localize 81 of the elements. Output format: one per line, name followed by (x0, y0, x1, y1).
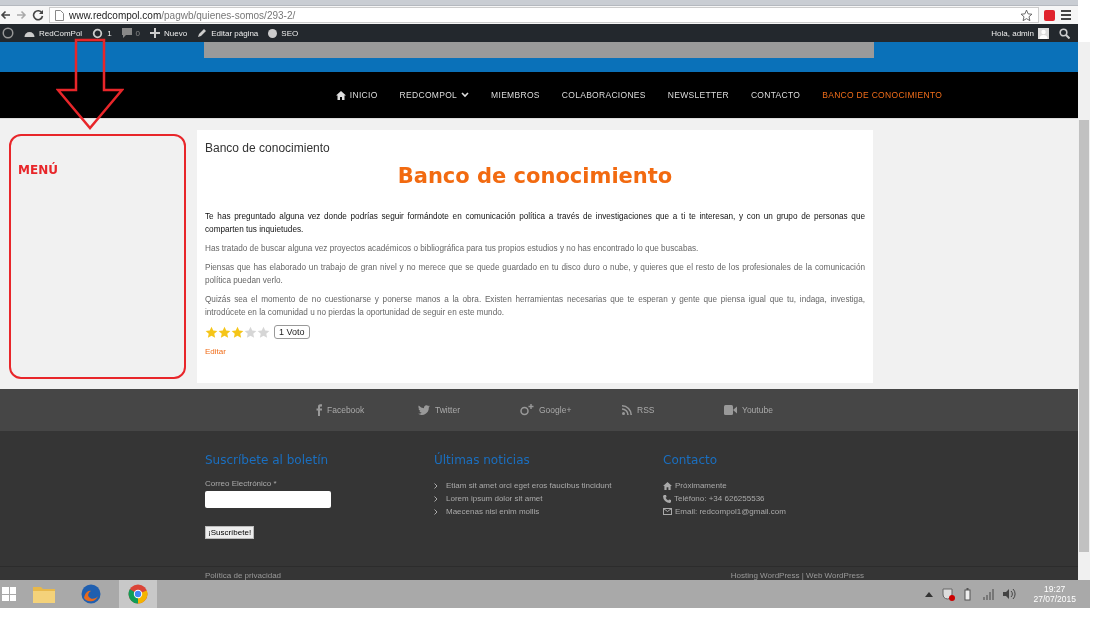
extension-icon[interactable] (1044, 9, 1055, 21)
pencil-icon (197, 28, 208, 38)
video-camera-icon (724, 405, 737, 415)
paragraph: Has tratado de buscar alguna vez proyectos académicos o bibliográfica para tus propios estudios y no has encontrado lo que buscabas. (205, 243, 700, 255)
footer-heading: Suscríbete al boletín (205, 453, 330, 467)
admin-bar-item[interactable]: Editar página (197, 28, 259, 38)
news-link[interactable]: Etiam sit amet orci eget eros faucibus tincidunt (446, 481, 612, 490)
start-icon[interactable] (2, 587, 16, 601)
scrollbar[interactable] (1078, 42, 1090, 580)
email-field[interactable] (205, 491, 331, 508)
social-link[interactable]: Facebook (316, 404, 418, 416)
folder-icon[interactable] (33, 585, 55, 603)
chrome-icon (128, 584, 148, 604)
contact-info: Email: redcompol1@gmail.com (675, 507, 786, 516)
article-heading: Banco de conocimiento (396, 164, 674, 188)
field-label: Correo Electrónico * (205, 479, 278, 488)
page-icon (55, 9, 64, 21)
social-link[interactable]: Twitter (418, 405, 520, 415)
star-rating-icon[interactable] (231, 325, 244, 339)
annotation-label: MENÚ (18, 163, 58, 177)
search-icon[interactable] (1059, 27, 1070, 39)
avatar-icon (1038, 27, 1049, 39)
paragraph: Piensas que has elaborado un trabajo de gran nivel y no merece que se quede guardado en tu disco duro o nube, y quieres que el resto de los profesionales de la comunicación política puedan verlo. (205, 262, 865, 287)
account-menu[interactable]: Hola, admin (991, 27, 1049, 39)
nav-link[interactable]: MIEMBROS (491, 90, 540, 100)
admin-bar-item[interactable]: 0 (121, 28, 141, 38)
refresh-icon (92, 27, 104, 39)
vote-count: 1 Voto (274, 325, 310, 339)
social-link[interactable]: Youtube (724, 405, 826, 415)
caret-icon (461, 92, 470, 98)
shield-icon[interactable] (942, 587, 956, 601)
paragraph: Quizás sea el momento de no cuestionarse y ponerse manos a la obra. Existen herramientas necesarias que te esperan y gente que piensa igual que tu, indaga, investiga, introdúcete en la comunidad u no pierdas la oportunidad de seguir en este mundo. (205, 294, 865, 319)
paragraph: Te has preguntado alguna vez donde podrías seguir formándote en comunicación política a través de investigaciones que a ti te interesan, y con un grupo de personas que comparten tus inquietudes. (205, 211, 865, 236)
subscribe-button[interactable]: ¡Suscríbete! (205, 526, 255, 539)
admin-bar-item[interactable]: Nuevo (150, 28, 188, 38)
rss-icon (622, 405, 632, 415)
home-icon (663, 481, 672, 490)
admin-bar-item[interactable]: 1 (92, 27, 112, 39)
circle-icon (268, 28, 278, 38)
firefox-icon[interactable] (81, 584, 101, 604)
forward-icon[interactable] (16, 10, 27, 20)
social-link[interactable]: RSS (622, 405, 724, 415)
facebook-icon (316, 404, 322, 416)
reload-icon[interactable] (32, 9, 44, 21)
credits-link[interactable]: Hosting WordPress | Web WordPress (730, 571, 864, 580)
taskbar-button[interactable] (119, 580, 157, 608)
google-plus-icon (520, 404, 534, 416)
back-icon[interactable] (0, 10, 11, 20)
menu-icon[interactable] (1060, 9, 1072, 21)
page-title: Banco de conocimiento (205, 141, 331, 155)
phone-icon (663, 494, 671, 503)
nav-link[interactable]: BANCO DE CONOCIMIENTO (822, 90, 943, 100)
footer-heading: Contacto (663, 453, 719, 467)
bird-icon (418, 405, 430, 415)
footer-heading: Últimas noticias (434, 453, 531, 467)
news-link[interactable]: Maecenas nisi enim mollis (446, 507, 540, 516)
contact-info: Teléfono: +34 626255536 (674, 494, 765, 503)
star-rating-icon[interactable] (244, 325, 257, 339)
nav-link[interactable]: CONTACTO (750, 90, 801, 100)
privacy-link[interactable]: Política de privacidad (205, 571, 282, 580)
star-rating-icon[interactable] (257, 325, 270, 339)
comment-icon (121, 28, 132, 38)
star-rating-icon[interactable] (218, 325, 231, 339)
address-bar[interactable]: www.redcompol.com/pagwb/quienes-somos/293-2/ (49, 7, 1039, 23)
mail-icon (663, 508, 672, 515)
contact-info: Próximamente (675, 481, 727, 490)
nav-link[interactable]: NEWSLETTER (667, 90, 729, 100)
volume-icon[interactable] (1003, 588, 1017, 600)
nav-link[interactable]: REDCOMPOL (399, 90, 470, 100)
nav-link[interactable]: COLABORACIONES (561, 90, 646, 100)
news-link[interactable]: Lorem ipsum dolor sit amet (446, 494, 543, 503)
star-icon[interactable] (1020, 8, 1033, 22)
plus-icon (150, 28, 161, 38)
star-rating-icon[interactable] (205, 325, 218, 339)
nav-link[interactable]: INICIO (335, 90, 378, 100)
home-icon (335, 90, 346, 100)
tray-expand-icon[interactable] (925, 591, 934, 597)
admin-bar-item[interactable]: RedComPol (24, 28, 83, 38)
signal-icon[interactable] (983, 588, 995, 600)
social-link[interactable]: Google+ (520, 404, 622, 416)
admin-bar-item[interactable]: SEO (268, 28, 299, 38)
